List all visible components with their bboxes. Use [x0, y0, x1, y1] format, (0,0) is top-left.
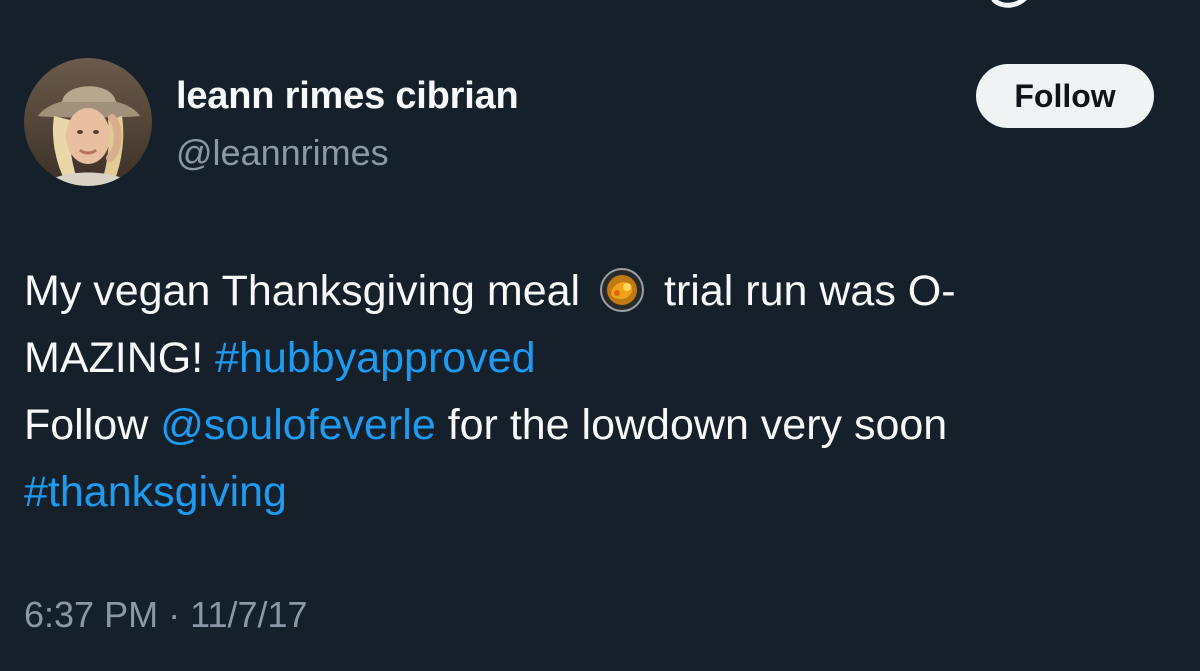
tweet-timestamp: 6:37 PM · 11/7/17: [24, 592, 308, 638]
author-names: leann rimes cibrian @leannrimes: [176, 74, 519, 174]
timestamp-separator: ·: [168, 594, 181, 635]
tweet-line-4: #thanksgiving: [24, 459, 1134, 526]
mention-link[interactable]: @soulofeverle: [160, 401, 436, 449]
tweet-header: leann rimes cibrian @leannrimes Follow: [24, 58, 1176, 190]
tweet-text: My vegan Thanksgiving meal trial run was…: [24, 258, 1134, 526]
tweet-time[interactable]: 6:37 PM: [24, 594, 158, 635]
tweet-text-segment: Follow: [24, 401, 149, 449]
profile-photo-icon: [24, 58, 152, 186]
tweet-date[interactable]: 11/7/17: [190, 594, 307, 635]
partially-visible-icon[interactable]: [990, 0, 1034, 8]
tweet-text-segment: for the lowdown very soon: [447, 401, 948, 449]
tweet-text-segment: MAZING!: [24, 334, 204, 382]
shallow-pan-of-food-emoji-icon: [592, 266, 652, 312]
tweet-text-segment: trial run was O-: [664, 267, 956, 315]
avatar[interactable]: [24, 58, 152, 186]
display-name[interactable]: leann rimes cibrian: [176, 74, 519, 118]
tweet-line-3: Follow @soulofeverle for the lowdown ver…: [24, 392, 1134, 459]
hashtag-link[interactable]: #hubbyapproved: [215, 334, 535, 382]
tweet-line-2: MAZING! #hubbyapproved: [24, 325, 1134, 392]
hashtag-link[interactable]: #thanksgiving: [24, 468, 287, 516]
user-handle[interactable]: @leannrimes: [176, 132, 519, 174]
tweet-text-segment: My vegan Thanksgiving meal: [24, 267, 581, 315]
tweet-line-1: My vegan Thanksgiving meal trial run was…: [24, 258, 1134, 325]
follow-button[interactable]: Follow: [976, 64, 1154, 128]
top-bar: [0, 0, 1200, 10]
